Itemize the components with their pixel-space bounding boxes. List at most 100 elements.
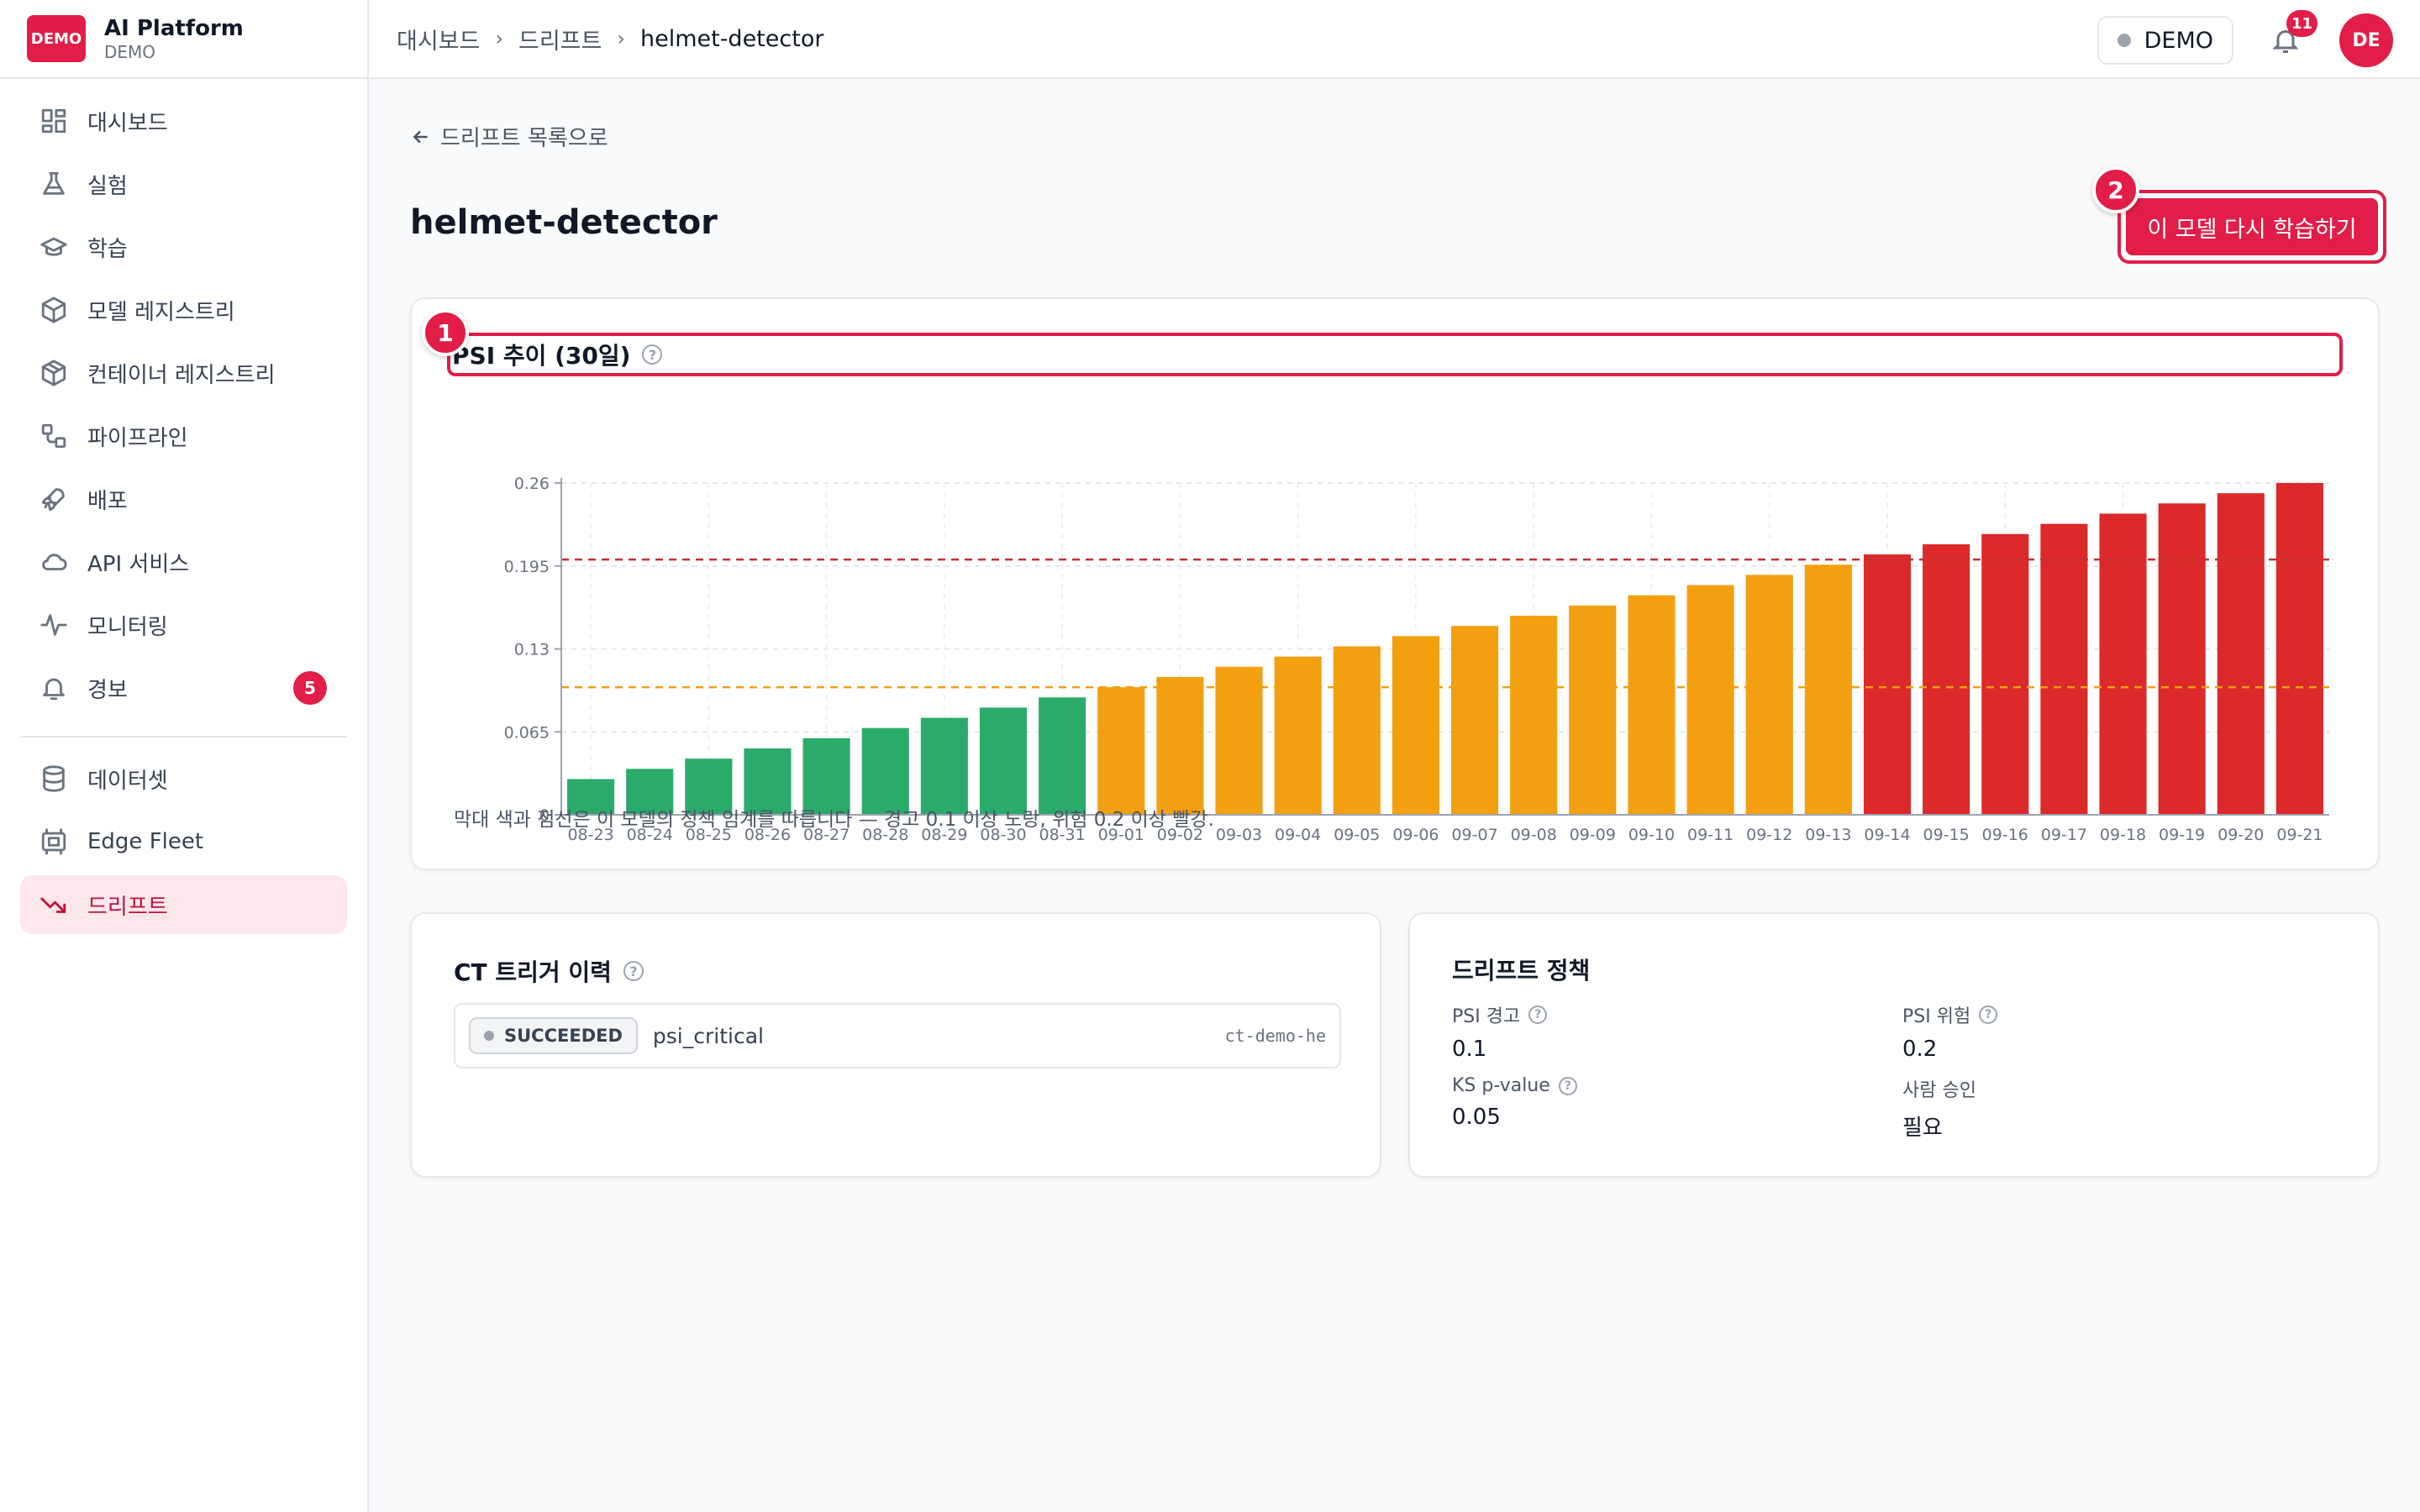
sidebar-item-label: 배포: [87, 488, 128, 514]
sidebar-item-deploy[interactable]: 배포: [20, 470, 347, 528]
notifications-button[interactable]: 11: [2260, 10, 2317, 66]
sidebar-item-monitoring[interactable]: 모니터링: [20, 596, 347, 654]
workflow-icon: [20, 422, 87, 450]
chip-icon: [20, 827, 87, 856]
sidebar-item-pipeline[interactable]: 파이프라인: [20, 407, 347, 465]
chart-note: 막대 색과 점선은 이 모델의 정책 임계를 따릅니다 — 경고 0.1 이상 …: [454, 809, 1214, 831]
sidebar-item-datasets[interactable]: 데이터셋: [20, 749, 347, 808]
x-tick-label: 09-04: [1275, 826, 1321, 844]
policy-label: KS p-value: [1452, 1075, 1550, 1096]
sidebar-item-drift[interactable]: 드리프트: [20, 875, 347, 934]
back-to-drift-list-link[interactable]: 드리프트 목록으로: [410, 121, 608, 152]
x-tick-label: 09-05: [1334, 826, 1380, 844]
x-tick-label: 09-11: [1687, 826, 1733, 844]
notification-count-badge: 11: [2286, 10, 2317, 37]
psi-bar: [1745, 575, 1793, 815]
y-tick-label: 0.26: [514, 475, 550, 493]
ct-trigger-row[interactable]: SUCCEEDED psi_critical ct-demo-he: [454, 1003, 1341, 1068]
environment-selector[interactable]: DEMO: [2096, 16, 2233, 65]
x-tick-label: 09-09: [1570, 826, 1616, 844]
psi-bar: [1686, 585, 1734, 815]
psi-bar: [1863, 554, 1912, 815]
psi-bar: [1274, 656, 1322, 815]
environment-label: DEMO: [2144, 27, 2213, 54]
back-link-label: 드리프트 목록으로: [440, 126, 608, 151]
psi-bar: [2217, 493, 2265, 815]
retrain-model-button[interactable]: 이 모델 다시 학습하기: [2126, 198, 2378, 255]
chevron-right-icon: ›: [617, 27, 625, 50]
retrain-highlight: 이 모델 다시 학습하기: [2118, 190, 2386, 264]
x-tick-label: 09-12: [1746, 826, 1792, 844]
sidebar-item-label: 경보: [87, 677, 128, 703]
policy-label: 사람 승인: [1902, 1080, 1976, 1101]
breadcrumb-dashboard[interactable]: 대시보드: [397, 23, 480, 55]
psi-bar: [1981, 533, 2029, 815]
policy-value: 필요: [1902, 1116, 1943, 1141]
arrow-left-icon: [413, 130, 428, 143]
sidebar-item-label: 파이프라인: [87, 425, 188, 451]
breadcrumb-current: helmet-detector: [639, 25, 824, 52]
sidebar-item-label: 컨테이너 레지스트리: [87, 362, 276, 388]
x-tick-label: 09-07: [1451, 826, 1497, 844]
x-tick-label: 09-18: [2100, 826, 2146, 844]
sidebar-item-label: Edge Fleet: [87, 829, 204, 854]
brand[interactable]: DEMO AI Platform DEMO: [0, 0, 367, 79]
psi-bar: [2158, 503, 2206, 815]
activity-icon: [20, 611, 87, 639]
psi-bar: [1804, 564, 1852, 815]
x-tick-label: 09-03: [1216, 826, 1262, 844]
breadcrumb-drift[interactable]: 드리프트: [518, 23, 602, 55]
y-tick-label: 0.195: [504, 558, 550, 576]
dashboard-icon: [20, 107, 87, 135]
psi-bar: [979, 707, 1028, 815]
topbar: 대시보드 › 드리프트 › helmet-detector DEMO 11 DE: [370, 0, 2420, 79]
sidebar-item-container-registry[interactable]: 컨테이너 레지스트리: [20, 344, 347, 402]
cloud-icon: [20, 548, 87, 576]
sidebar-item-edge-fleet[interactable]: Edge Fleet: [20, 812, 347, 871]
psi-bar: [1097, 687, 1145, 815]
nav-divider: [20, 736, 347, 738]
policy-ks-pvalue: KS p-value? 0.05: [1452, 1075, 1577, 1130]
policy-human-approval: 사람 승인 필요: [1902, 1075, 1976, 1142]
y-tick-label: 0.065: [504, 723, 550, 742]
sidebar-item-label: 대시보드: [87, 110, 168, 136]
psi-bar: [1039, 697, 1086, 815]
page-title: helmet-detector: [410, 203, 718, 242]
x-tick-label: 09-15: [1923, 826, 1970, 844]
x-tick-label: 09-21: [2276, 826, 2323, 844]
policy-psi-critical: PSI 위험? 0.2: [1902, 1001, 1998, 1062]
help-icon[interactable]: ?: [623, 961, 644, 981]
x-tick-label: 09-14: [1864, 826, 1910, 844]
sidebar-item-training[interactable]: 학습: [20, 218, 347, 276]
annotation-marker-1: 1: [422, 309, 469, 356]
psi-bar: [1451, 626, 1499, 815]
x-tick-label: 09-17: [2041, 826, 2087, 844]
sidebar-item-dashboard[interactable]: 대시보드: [20, 92, 347, 150]
x-tick-label: 09-06: [1392, 826, 1439, 844]
sidebar-item-label: API 서비스: [87, 551, 190, 577]
ct-trigger-history-card: CT 트리거 이력 ? SUCCEEDED psi_critical ct-de…: [410, 912, 1381, 1178]
sidebar-nav: 대시보드 실험 학습 모델 레지스트리 컨테이너 레지스트리 파이프라인 배포: [0, 79, 367, 934]
help-icon[interactable]: ?: [1558, 1076, 1577, 1095]
sidebar-item-experiments[interactable]: 실험: [20, 155, 347, 213]
sidebar-item-model-registry[interactable]: 모델 레지스트리: [20, 281, 347, 339]
psi-bar: [1392, 636, 1439, 815]
psi-bar: [861, 727, 909, 815]
sidebar-item-api-service[interactable]: API 서비스: [20, 533, 347, 591]
policy-psi-warning: PSI 경고? 0.1: [1452, 1001, 1548, 1062]
flask-icon: [20, 170, 87, 198]
help-icon[interactable]: ?: [642, 344, 663, 365]
sidebar-item-alerts[interactable]: 경보 5: [20, 659, 347, 717]
psi-header-highlight: PSI 추이 (30일) ?: [447, 333, 2343, 376]
brand-title: AI Platform: [104, 16, 244, 41]
help-icon[interactable]: ?: [1979, 1005, 1998, 1024]
sidebar-item-label: 모니터링: [87, 614, 168, 640]
x-tick-label: 09-10: [1628, 826, 1675, 844]
avatar[interactable]: DE: [2339, 13, 2393, 67]
annotation-marker-2: 2: [2092, 166, 2139, 213]
help-icon[interactable]: ?: [1528, 1005, 1548, 1024]
graduation-cap-icon: [20, 233, 87, 261]
alerts-count-badge: 5: [293, 671, 327, 705]
psi-bar: [2040, 523, 2088, 815]
brand-logo: DEMO: [27, 15, 86, 62]
